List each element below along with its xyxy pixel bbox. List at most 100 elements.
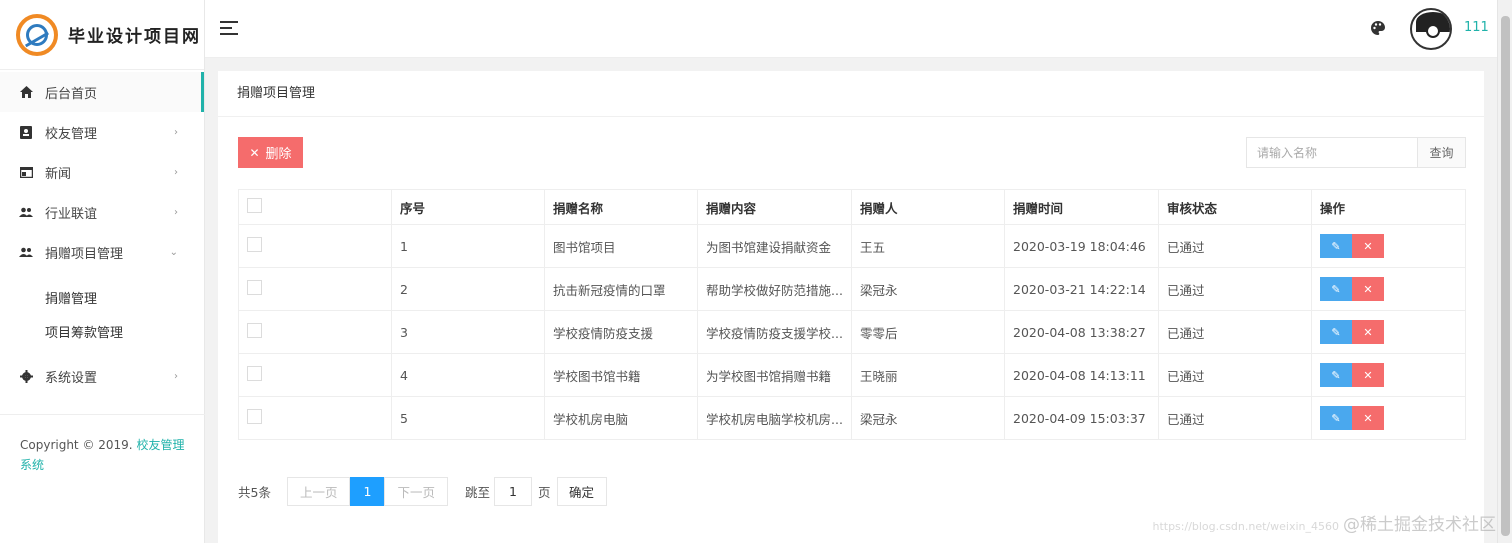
sidebar-item-donation[interactable]: 捐赠项目管理 ⌄ bbox=[0, 232, 204, 272]
table-cell: 5 bbox=[391, 396, 545, 440]
row-checkbox[interactable] bbox=[238, 396, 392, 440]
sidebar: 毕业设计项目网 后台首页 校友管理 › 新闻 › 行业联谊 › 捐赠项目管理 ⌄… bbox=[0, 0, 205, 543]
row-actions: ✎ ✕ bbox=[1311, 310, 1466, 354]
menu-toggle-icon[interactable] bbox=[220, 21, 238, 35]
delete-icon[interactable]: ✕ bbox=[1352, 363, 1384, 387]
sidebar-item-news[interactable]: 新闻 › bbox=[0, 152, 204, 192]
table-cell: 已通过 bbox=[1158, 224, 1312, 268]
table-cell: 学校疫情防疫支援学校... bbox=[697, 310, 852, 354]
edit-icon[interactable]: ✎ bbox=[1320, 363, 1352, 387]
next-page-button[interactable]: 下一页 bbox=[384, 477, 448, 506]
query-button[interactable]: 查询 bbox=[1418, 137, 1466, 168]
submenu-item-donation-manage[interactable]: 捐赠管理 bbox=[0, 280, 204, 314]
sidebar-item-label: 行业联谊 bbox=[45, 206, 98, 222]
table-row: 3 学校疫情防疫支援 学校疫情防疫支援学校... 零零后 2020-04-08 … bbox=[238, 310, 1466, 354]
sidebar-item-label: 系统设置 bbox=[45, 370, 98, 386]
select-all-checkbox[interactable] bbox=[238, 189, 392, 225]
username[interactable]: 111 bbox=[1464, 20, 1489, 35]
current-page-button[interactable]: 1 bbox=[350, 477, 385, 506]
people-icon bbox=[19, 245, 33, 259]
prev-page-button[interactable]: 上一页 bbox=[286, 477, 351, 506]
page-unit-label: 页 bbox=[538, 485, 551, 500]
search-input[interactable] bbox=[1246, 137, 1418, 168]
chevron-right-icon: › bbox=[174, 206, 178, 218]
table-cell: 4 bbox=[391, 353, 545, 397]
table-cell: 2020-03-21 14:22:14 bbox=[1004, 267, 1159, 311]
palette-icon[interactable] bbox=[1370, 20, 1386, 36]
watermark: https://blog.csdn.net/weixin_4560 @稀土掘金技术… bbox=[1152, 510, 1496, 535]
close-icon: ✕ bbox=[249, 145, 260, 160]
sidebar-item-label: 捐赠项目管理 bbox=[45, 246, 124, 262]
table-cell: 已通过 bbox=[1158, 396, 1312, 440]
delete-icon[interactable]: ✕ bbox=[1352, 234, 1384, 258]
logo-icon bbox=[16, 13, 58, 56]
chevron-right-icon: › bbox=[174, 126, 178, 138]
edit-icon[interactable]: ✎ bbox=[1320, 277, 1352, 301]
table-cell: 为学校图书馆捐赠书籍 bbox=[697, 353, 852, 397]
chevron-right-icon: › bbox=[174, 166, 178, 178]
table-cell: 帮助学校做好防范措施... bbox=[697, 267, 852, 311]
submenu: 捐赠管理 项目筹款管理 bbox=[0, 272, 204, 356]
column-header: 捐赠时间 bbox=[1004, 189, 1159, 225]
row-actions: ✎ ✕ bbox=[1311, 353, 1466, 397]
row-checkbox[interactable] bbox=[238, 353, 392, 397]
delete-icon[interactable]: ✕ bbox=[1352, 277, 1384, 301]
table-cell: 已通过 bbox=[1158, 267, 1312, 311]
row-actions: ✎ ✕ bbox=[1311, 267, 1466, 311]
table-cell: 2020-04-08 14:13:11 bbox=[1004, 353, 1159, 397]
edit-icon[interactable]: ✎ bbox=[1320, 320, 1352, 344]
watermark-url: https://blog.csdn.net/weixin_4560 bbox=[1152, 520, 1339, 533]
row-actions: ✎ ✕ bbox=[1311, 396, 1466, 440]
column-header: 操作 bbox=[1311, 189, 1466, 225]
delete-icon[interactable]: ✕ bbox=[1352, 320, 1384, 344]
sidebar-nav: 后台首页 校友管理 › 新闻 › 行业联谊 › 捐赠项目管理 ⌄ 捐赠管理 项目… bbox=[0, 70, 204, 396]
table-cell: 学校疫情防疫支援 bbox=[544, 310, 698, 354]
table-cell: 学校机房电脑学校机房... bbox=[697, 396, 852, 440]
scrollbar[interactable] bbox=[1497, 0, 1512, 543]
jump-page-input[interactable]: 1 bbox=[494, 477, 532, 506]
column-header: 捐赠名称 bbox=[544, 189, 698, 225]
submenu-item-fundraising[interactable]: 项目筹款管理 bbox=[0, 314, 204, 348]
gear-icon bbox=[19, 369, 33, 383]
row-actions: ✎ ✕ bbox=[1311, 224, 1466, 268]
table-cell: 2020-04-08 13:38:27 bbox=[1004, 310, 1159, 354]
column-header: 序号 bbox=[391, 189, 545, 225]
table-row: 5 学校机房电脑 学校机房电脑学校机房... 梁冠永 2020-04-09 15… bbox=[238, 396, 1466, 440]
avatar[interactable] bbox=[1410, 8, 1452, 50]
table-cell: 零零后 bbox=[851, 310, 1005, 354]
confirm-jump-button[interactable]: 确定 bbox=[556, 477, 607, 506]
sidebar-item-settings[interactable]: 系统设置 › bbox=[0, 356, 204, 396]
pagination: 共5条 上一页 1 下一页 跳至 1 页 确定 bbox=[238, 477, 607, 506]
row-checkbox[interactable] bbox=[238, 267, 392, 311]
news-icon bbox=[19, 165, 33, 179]
watermark-text: @稀土掘金技术社区 bbox=[1343, 515, 1496, 535]
sidebar-footer: Copyright © 2019. 校友管理系统 bbox=[0, 414, 205, 495]
sidebar-item-alumni[interactable]: 校友管理 › bbox=[0, 112, 204, 152]
table-row: 1 图书馆项目 为图书馆建设捐献资金 王五 2020-03-19 18:04:4… bbox=[238, 224, 1466, 268]
table-cell: 王五 bbox=[851, 224, 1005, 268]
table-cell: 学校机房电脑 bbox=[544, 396, 698, 440]
table-cell: 梁冠永 bbox=[851, 396, 1005, 440]
row-checkbox[interactable] bbox=[238, 224, 392, 268]
table-cell: 2020-04-09 15:03:37 bbox=[1004, 396, 1159, 440]
table-cell: 2 bbox=[391, 267, 545, 311]
sidebar-item-industry[interactable]: 行业联谊 › bbox=[0, 192, 204, 232]
table-cell: 为图书馆建设捐献资金 bbox=[697, 224, 852, 268]
delete-icon[interactable]: ✕ bbox=[1352, 406, 1384, 430]
top-header: 111 bbox=[205, 0, 1497, 58]
column-header: 捐赠人 bbox=[851, 189, 1005, 225]
edit-icon[interactable]: ✎ bbox=[1320, 234, 1352, 258]
table-cell: 已通过 bbox=[1158, 353, 1312, 397]
table-cell: 学校图书馆书籍 bbox=[544, 353, 698, 397]
delete-button[interactable]: ✕ 删除 bbox=[238, 137, 303, 168]
edit-icon[interactable]: ✎ bbox=[1320, 406, 1352, 430]
table-cell: 梁冠永 bbox=[851, 267, 1005, 311]
sidebar-item-home[interactable]: 后台首页 bbox=[0, 72, 204, 112]
logo[interactable]: 毕业设计项目网 bbox=[0, 0, 204, 70]
column-header: 捐赠内容 bbox=[697, 189, 852, 225]
search-bar: 查询 bbox=[1246, 137, 1466, 168]
column-header: 审核状态 bbox=[1158, 189, 1312, 225]
sidebar-item-label: 新闻 bbox=[45, 166, 72, 182]
row-checkbox[interactable] bbox=[238, 310, 392, 354]
table-cell: 已通过 bbox=[1158, 310, 1312, 354]
